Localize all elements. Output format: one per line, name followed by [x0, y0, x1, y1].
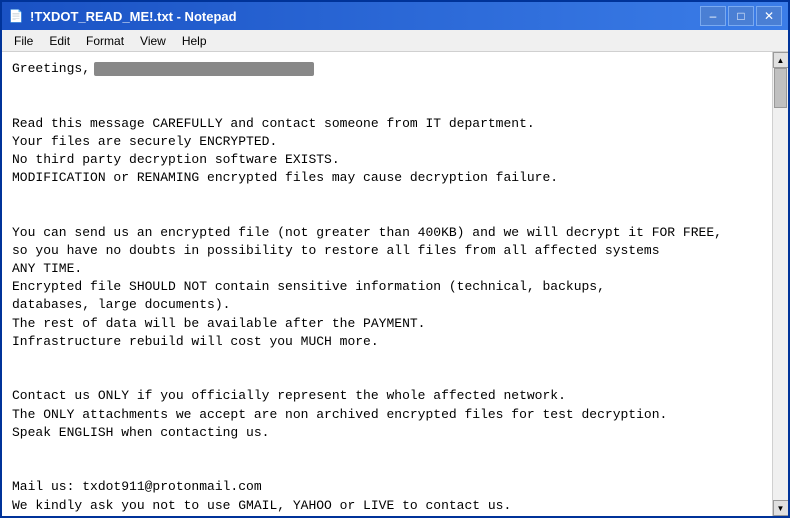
line19: Mail us: txdot911@protonmail.com [12, 479, 262, 494]
scroll-up-button[interactable]: ▲ [773, 52, 789, 68]
line4: No third party decryption software EXIST… [12, 152, 340, 167]
title-bar-controls: – □ ✕ [700, 6, 782, 26]
close-button[interactable]: ✕ [756, 6, 782, 26]
content-area: Greetings, Read this message CAREFULLY a… [2, 52, 788, 516]
menu-format[interactable]: Format [78, 32, 132, 50]
title-bar-left: 📄 !TXDOT_READ_ME!.txt - Notepad [8, 8, 237, 24]
menu-bar: File Edit Format View Help [2, 30, 788, 52]
vertical-scrollbar[interactable]: ▲ ▼ [772, 52, 788, 516]
line20: We kindly ask you not to use GMAIL, YAHO… [12, 498, 511, 513]
title-bar: 📄 !TXDOT_READ_ME!.txt - Notepad – □ ✕ [2, 2, 788, 30]
menu-edit[interactable]: Edit [41, 32, 78, 50]
menu-view[interactable]: View [132, 32, 174, 50]
line7: You can send us an encrypted file (not g… [12, 225, 722, 240]
greeting-line: Greetings, [12, 61, 90, 76]
line9: ANY TIME. [12, 261, 82, 276]
minimize-button[interactable]: – [700, 6, 726, 26]
menu-file[interactable]: File [6, 32, 41, 50]
line12: The rest of data will be available after… [12, 316, 425, 331]
notepad-window: 📄 !TXDOT_READ_ME!.txt - Notepad – □ ✕ Fi… [0, 0, 790, 518]
redacted-text [94, 62, 314, 76]
line2: Read this message CAREFULLY and contact … [12, 116, 535, 131]
line5: MODIFICATION or RENAMING encrypted files… [12, 170, 558, 185]
line15: Contact us ONLY if you officially repres… [12, 388, 566, 403]
line3: Your files are securely ENCRYPTED. [12, 134, 277, 149]
line17: Speak ENGLISH when contacting us. [12, 425, 269, 440]
scrollbar-thumb[interactable] [774, 68, 787, 108]
scroll-down-button[interactable]: ▼ [773, 500, 789, 516]
line10: Encrypted file SHOULD NOT contain sensit… [12, 279, 605, 294]
menu-help[interactable]: Help [174, 32, 215, 50]
line11: databases, large documents). [12, 297, 230, 312]
line8: so you have no doubts in possibility to … [12, 243, 660, 258]
app-icon: 📄 [8, 8, 24, 24]
window-title: !TXDOT_READ_ME!.txt - Notepad [30, 9, 237, 24]
maximize-button[interactable]: □ [728, 6, 754, 26]
text-editor[interactable]: Greetings, Read this message CAREFULLY a… [2, 52, 772, 516]
scrollbar-track[interactable] [773, 68, 788, 500]
line16: The ONLY attachments we accept are non a… [12, 407, 667, 422]
line13: Infrastructure rebuild will cost you MUC… [12, 334, 379, 349]
